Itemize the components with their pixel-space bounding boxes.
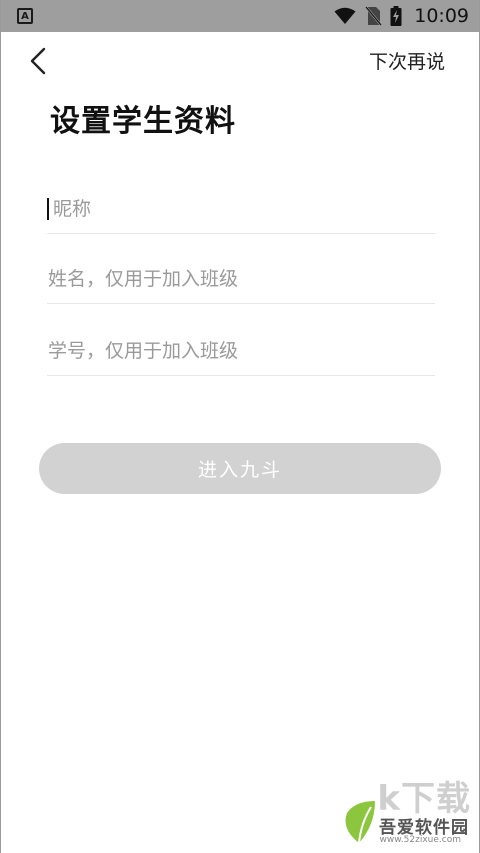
name-input[interactable] (47, 254, 435, 303)
skip-button[interactable]: 下次再说 (369, 47, 445, 74)
notification-icon-letter: A (21, 10, 29, 22)
wifi-icon (334, 7, 356, 24)
nickname-input[interactable] (47, 184, 435, 233)
name-field[interactable] (47, 254, 435, 304)
status-bar: A 10:09 (1, 0, 479, 32)
app-notification-icon: A (17, 8, 33, 24)
enter-button[interactable]: 进入九斗 (39, 443, 441, 494)
back-button[interactable] (21, 44, 55, 78)
battery-charging-icon (390, 6, 402, 26)
page-title: 设置学生资料 (50, 104, 236, 139)
nickname-field[interactable] (47, 184, 435, 234)
chevron-left-icon (30, 47, 46, 75)
leaf-logo-icon (345, 801, 375, 844)
no-sim-icon (365, 6, 383, 26)
student-number-input[interactable] (47, 326, 435, 375)
status-time: 10:09 (414, 5, 469, 27)
watermark: k下载 吾爱软件园 www.52zixue.com (335, 769, 475, 849)
screen: A 10:09 下次再说 设置学生资料 昵称 姓名，仅用于加入班级 学号，仅用于… (0, 0, 480, 853)
student-number-field[interactable] (47, 326, 435, 376)
status-icons: 10:09 (334, 5, 469, 27)
watermark-url: www.52zixue.com (379, 835, 461, 845)
